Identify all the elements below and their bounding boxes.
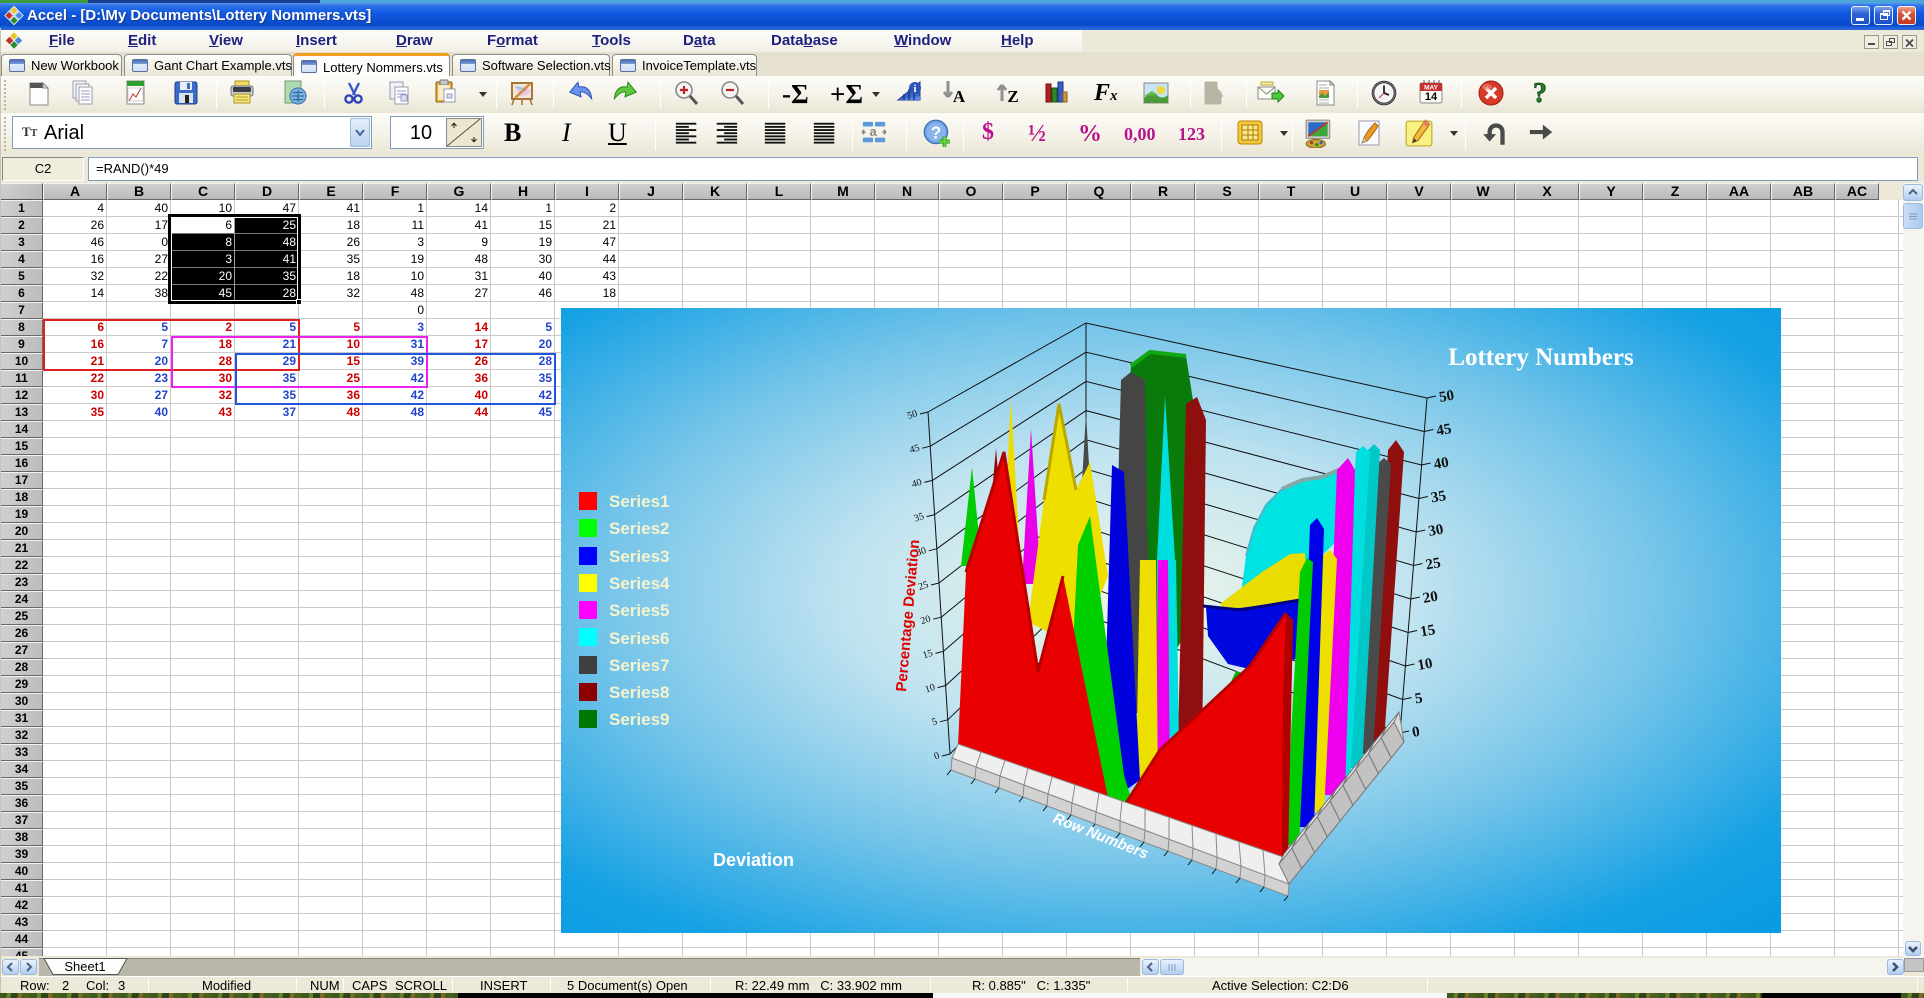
svg-text:45: 45 <box>1435 421 1453 439</box>
svg-text:50: 50 <box>1438 388 1456 406</box>
svg-text:Deviation: Deviation <box>713 850 794 870</box>
svg-text:i: i <box>913 83 916 95</box>
svg-text:Series8: Series8 <box>609 683 670 702</box>
svg-text:Series3: Series3 <box>609 547 670 566</box>
svg-text:Series5: Series5 <box>609 601 670 620</box>
svg-text:Series2: Series2 <box>609 519 670 538</box>
svg-text:10: 10 <box>1416 656 1434 674</box>
svg-text:15: 15 <box>1419 622 1437 640</box>
svg-text:14: 14 <box>1425 91 1438 103</box>
svg-text:Series4: Series4 <box>609 574 670 593</box>
svg-text:Series6: Series6 <box>609 629 670 648</box>
svg-text:25: 25 <box>1424 555 1442 573</box>
svg-text:30: 30 <box>1427 522 1445 540</box>
svg-text:Series7: Series7 <box>609 656 670 675</box>
svg-text:Series9: Series9 <box>609 710 670 729</box>
svg-text:?: ? <box>931 122 941 142</box>
svg-text:?: ? <box>1533 78 1547 106</box>
svg-text:20: 20 <box>1422 589 1440 607</box>
svg-text:Sheet1: Sheet1 <box>64 959 105 974</box>
svg-text:A: A <box>953 87 966 106</box>
svg-text:35: 35 <box>1430 488 1448 506</box>
svg-text:Series1: Series1 <box>609 492 670 511</box>
svg-text:Z: Z <box>1007 87 1018 106</box>
svg-text:Lottery Numbers: Lottery Numbers <box>1448 344 1634 371</box>
svg-text:40: 40 <box>1433 455 1451 473</box>
svg-text:a: a <box>869 124 877 139</box>
